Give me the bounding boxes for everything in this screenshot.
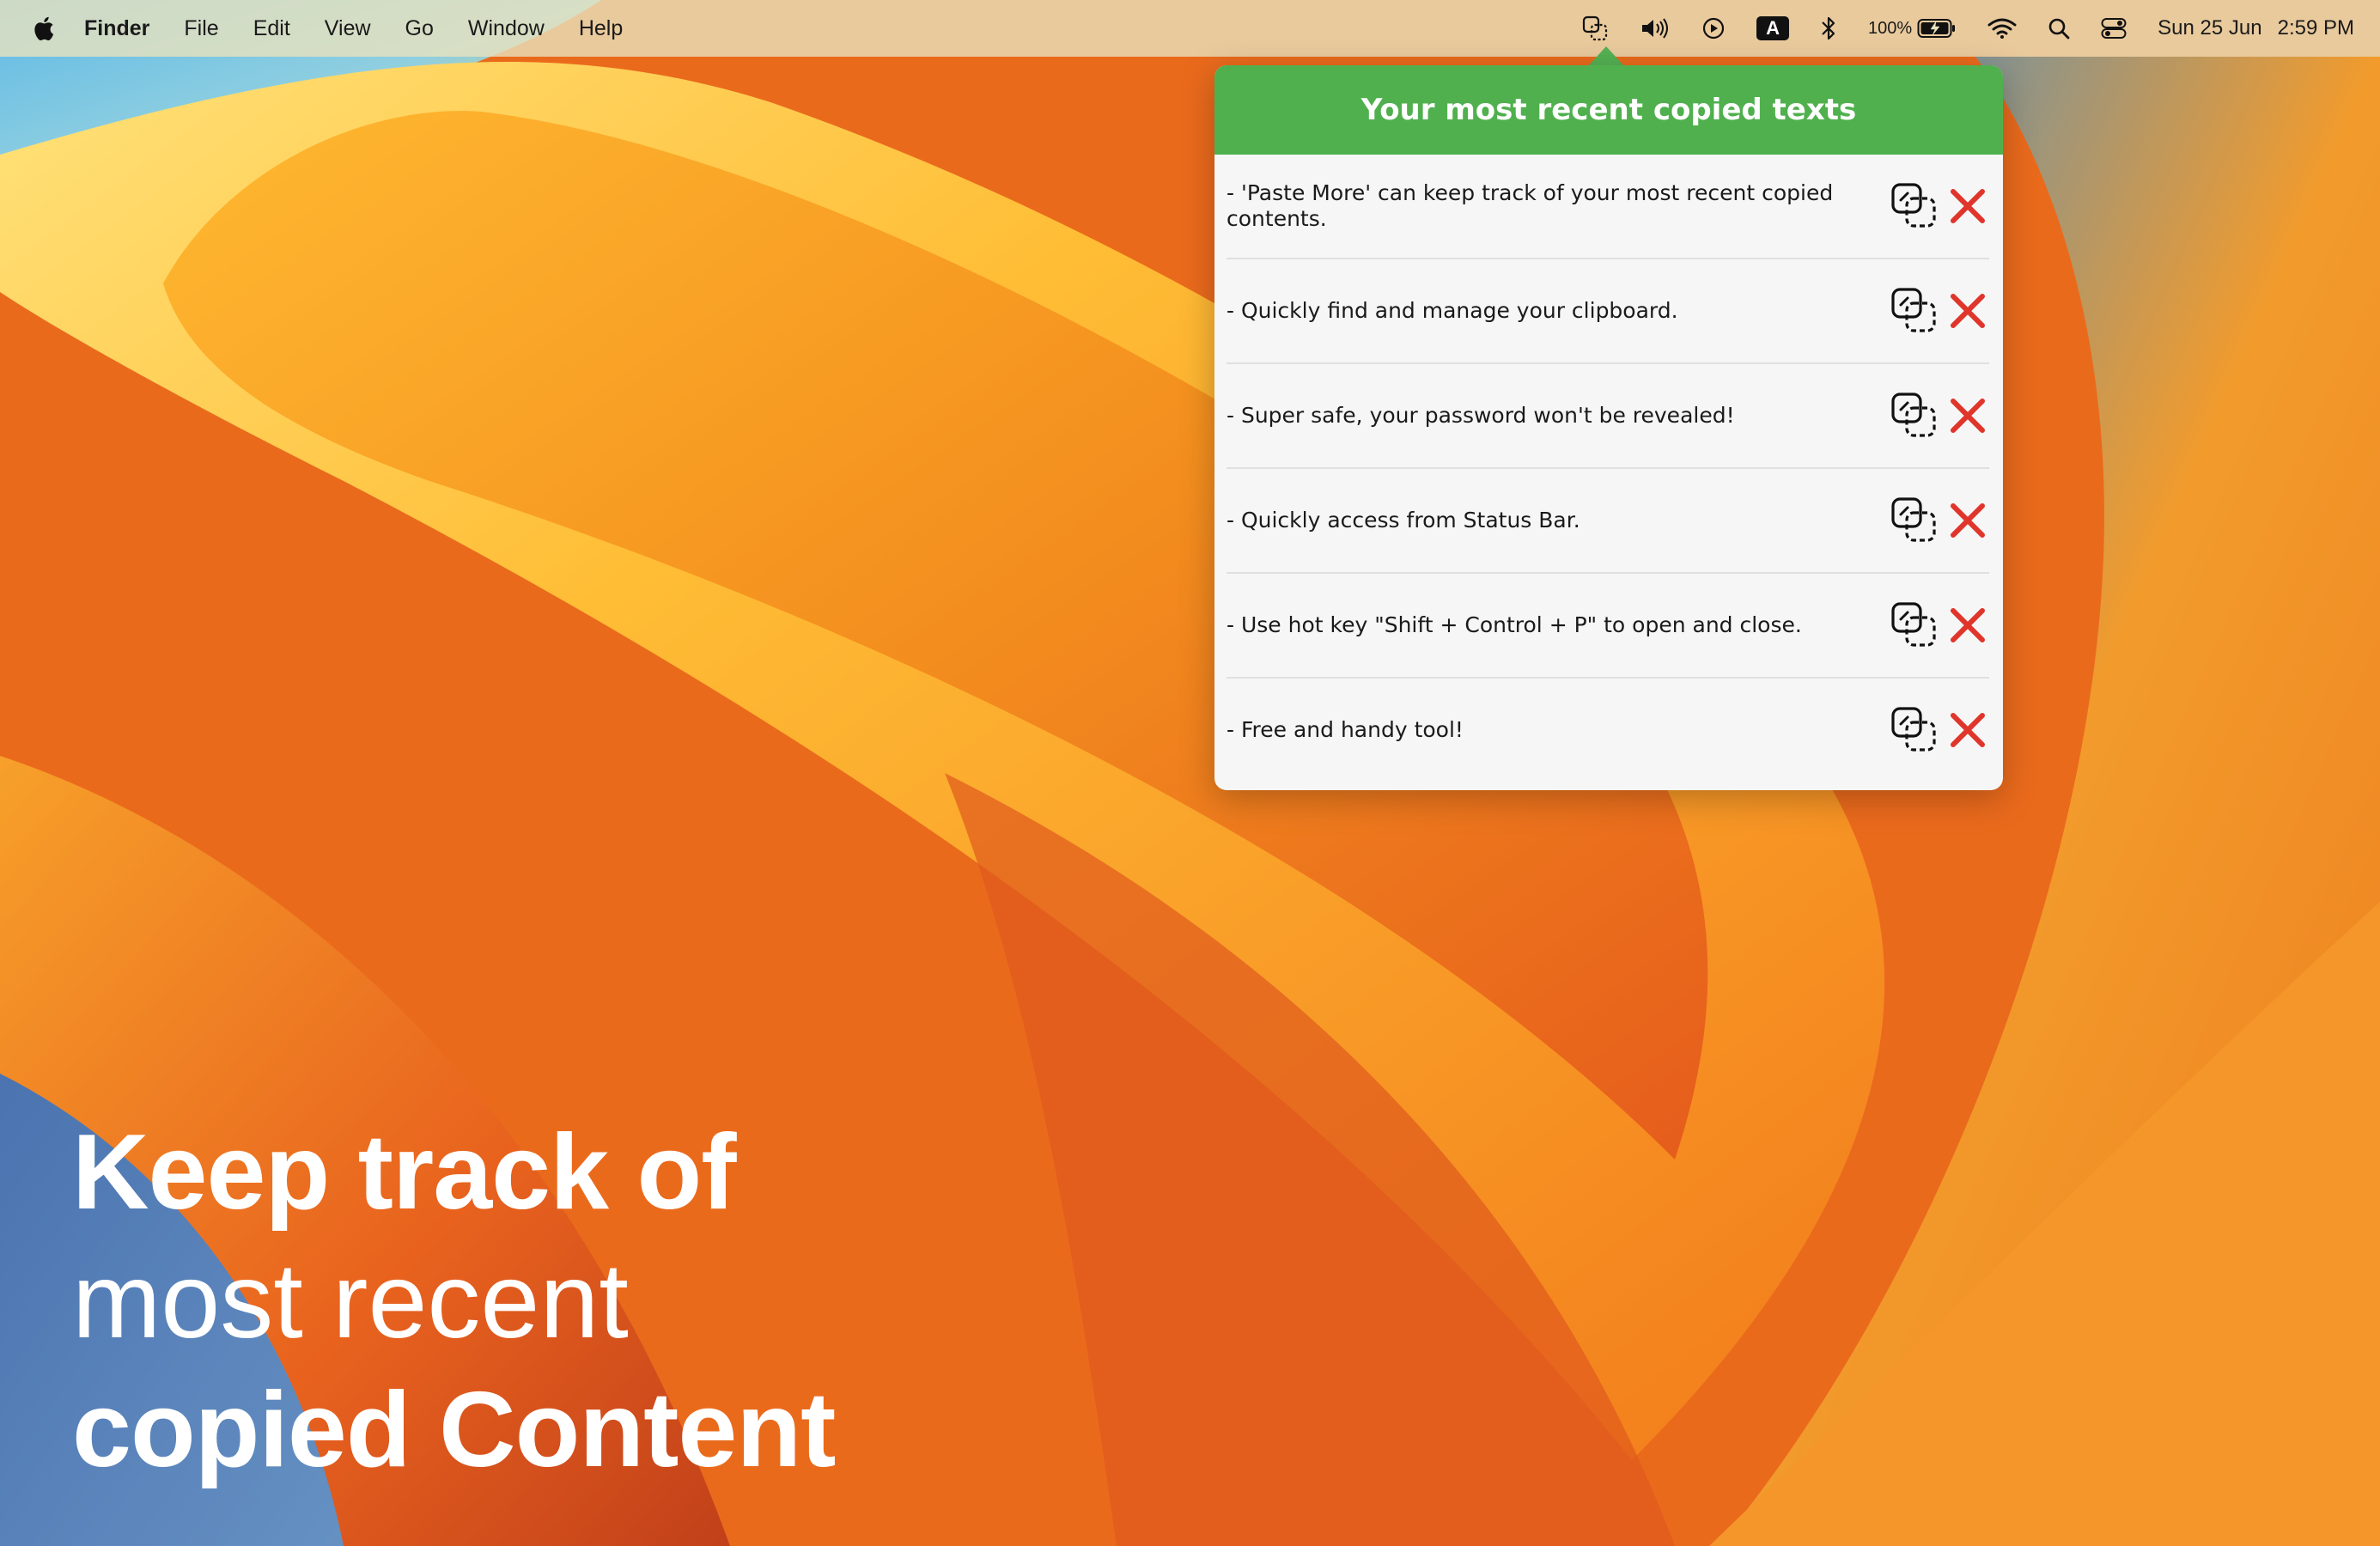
popover-title: Your most recent copied texts [1214,65,2003,155]
clipboard-item-text: - 'Paste More' can keep track of your mo… [1227,180,1834,231]
delete-icon[interactable] [1946,499,1989,542]
clipboard-item[interactable]: - 'Paste More' can keep track of your mo… [1227,155,1989,259]
menu-app-name[interactable]: Finder [84,16,149,41]
battery-status[interactable]: 100% [1868,18,1957,39]
menu-view[interactable]: View [325,16,371,41]
menu-file[interactable]: File [184,16,218,41]
headline-line-2: most recent [72,1242,629,1360]
battery-icon [1917,19,1956,38]
paste-more-status-icon[interactable] [1581,15,1609,42]
clipboard-popover: Your most recent copied texts - 'Paste M… [1214,65,2003,790]
clipboard-item-text: - Quickly find and manage your clipboard… [1227,298,1678,323]
headline-line-1: Keep track of [72,1113,737,1232]
clipboard-item-text: - Quickly access from Status Bar. [1227,508,1580,533]
apple-logo-icon[interactable] [29,14,55,43]
volume-icon[interactable] [1640,16,1671,40]
clipboard-item-text: - Free and handy tool! [1227,717,1464,742]
copy-icon[interactable] [1890,705,1939,755]
clipboard-item-text: - Super safe, your password won't be rev… [1227,403,1735,428]
copy-icon[interactable] [1890,286,1939,336]
popover-arrow [1587,46,1625,67]
clipboard-item[interactable]: - Quickly find and manage your clipboard… [1227,259,1989,364]
clipboard-item[interactable]: - Quickly access from Status Bar. [1227,469,1989,574]
wifi-icon[interactable] [1987,17,2017,40]
delete-icon[interactable] [1946,185,1989,228]
delete-icon[interactable] [1946,604,1989,647]
copy-icon[interactable] [1890,181,1939,231]
menubar-date[interactable]: Sun 25 Jun [2158,16,2261,40]
delete-icon[interactable] [1946,394,1989,437]
clipboard-list: - 'Paste More' can keep track of your mo… [1214,155,2003,782]
copy-icon[interactable] [1890,391,1939,441]
delete-icon[interactable] [1946,289,1989,332]
battery-percent: 100% [1868,18,1913,38]
menubar-time[interactable]: 2:59 PM [2278,16,2354,40]
menu-edit[interactable]: Edit [253,16,290,41]
input-source-icon[interactable]: A [1756,16,1790,40]
clipboard-item-text: - Use hot key "Shift + Control + P" to o… [1227,612,1802,637]
delete-icon[interactable] [1946,709,1989,752]
control-center-icon[interactable] [2101,17,2127,40]
clipboard-item[interactable]: - Super safe, your password won't be rev… [1227,364,1989,469]
clipboard-item[interactable]: - Free and handy tool! [1227,679,1989,782]
bluetooth-icon[interactable] [1820,15,1837,41]
copy-icon[interactable] [1890,600,1939,650]
spotlight-search-icon[interactable] [2048,17,2070,40]
clipboard-item[interactable]: - Use hot key "Shift + Control + P" to o… [1227,574,1989,679]
menu-help[interactable]: Help [579,16,623,41]
menu-go[interactable]: Go [405,16,434,41]
copy-icon[interactable] [1890,496,1939,545]
menu-window[interactable]: Window [468,16,545,41]
now-playing-icon[interactable] [1701,16,1726,40]
menu-bar: Finder File Edit View Go Window Help A 1… [0,0,2380,57]
marketing-headline: Keep track of most recent copied Content [72,1108,836,1494]
headline-line-3: copied Content [72,1371,836,1489]
